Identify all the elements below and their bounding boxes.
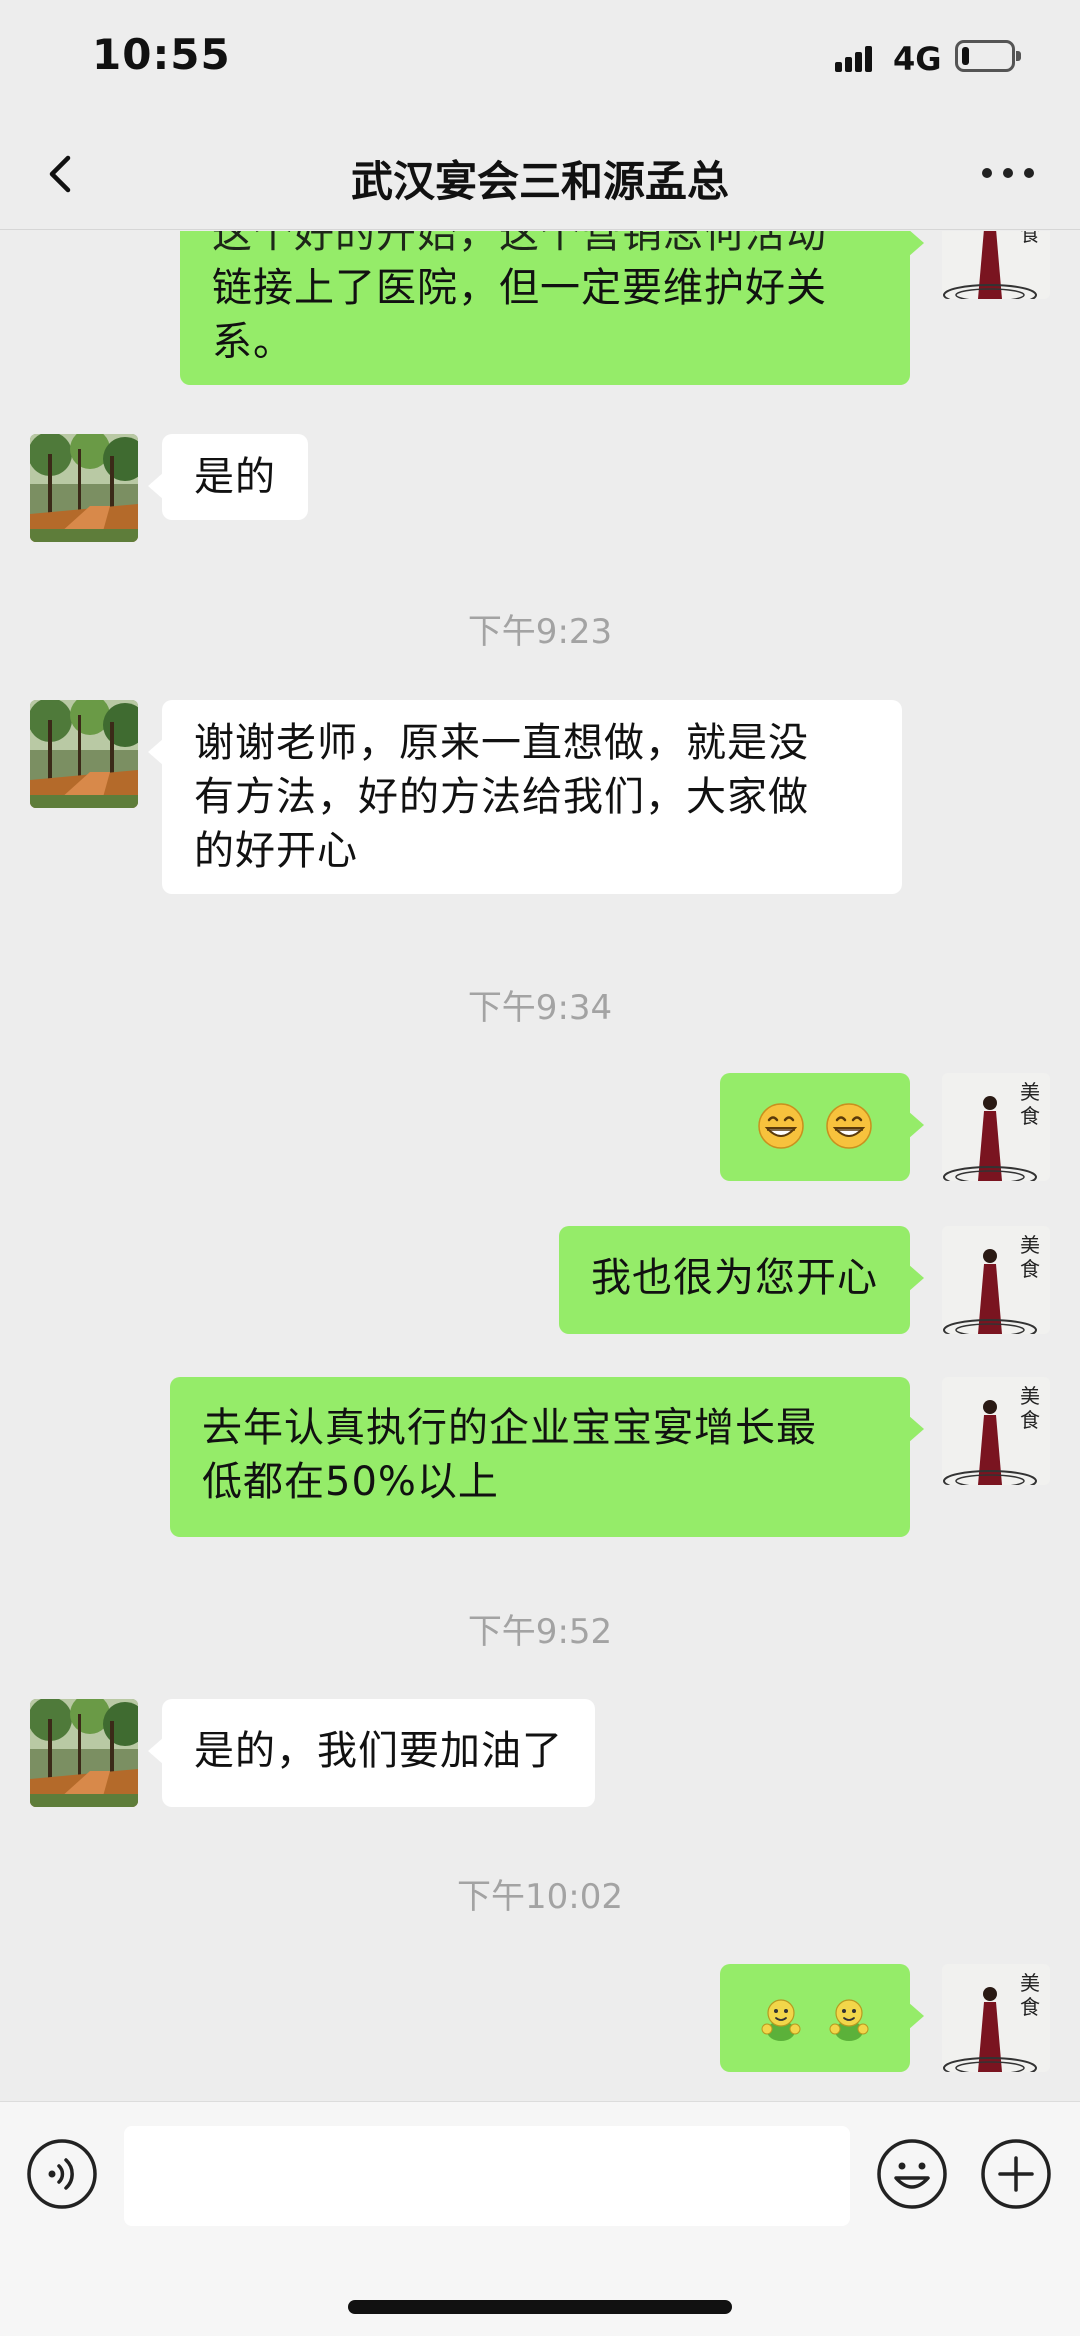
more-button[interactable]: [978, 158, 1038, 188]
status-time: 10:55: [92, 30, 231, 79]
voice-icon: [27, 2139, 97, 2209]
timestamp: 下午9:52: [467, 1612, 613, 1652]
avatar-contact[interactable]: [30, 1699, 138, 1807]
message-bubble-outgoing[interactable]: 去年认真执行的企业宝宝宴增长最 低都在50%以上: [170, 1377, 924, 1537]
battery-icon: [955, 40, 1021, 72]
lady-poster-photo: 美食: [942, 1073, 1050, 1181]
chat-title: 武汉宴会三和源孟总: [350, 157, 729, 206]
lady-poster-photo: 美食: [942, 1964, 1050, 2072]
svg-text:食: 食: [1020, 1408, 1040, 1432]
message-text-line: 去年认真执行的企业宝宝宴增长最: [202, 1405, 817, 1451]
avatar-self[interactable]: 美食: [942, 1073, 1050, 1181]
timestamp: 下午9:34: [467, 988, 613, 1028]
message-text-line: 系。: [212, 319, 294, 365]
avatar-self[interactable]: 美食: [942, 231, 1050, 299]
message-row: 美食: [0, 1964, 1080, 2074]
message-text: 是的: [194, 454, 276, 500]
svg-text:食: 食: [1020, 1995, 1040, 2019]
avatar-contact[interactable]: [30, 434, 138, 542]
timestamp: 下午10:02: [457, 1877, 623, 1917]
emoji-icon: [877, 2139, 947, 2209]
lady-poster-photo: 美食: [942, 231, 1050, 299]
svg-text:美: 美: [1020, 1971, 1040, 1995]
message-text-line: 这个好的开始，这个营销思何活动: [212, 231, 827, 257]
avatar-self[interactable]: 美食: [942, 1964, 1050, 2072]
message-text-line: 链接上了医院，但一定要维护好关: [212, 265, 827, 311]
message-bubble-incoming[interactable]: 谢谢老师，原来一直想做，就是没 有方法，好的方法给我们，大家做 的好开心: [148, 700, 902, 894]
message-row: 这个好的开始，这个营销思何活动 链接上了医院，但一定要维护好关 系。 美食: [0, 231, 1080, 391]
message-bubble-incoming[interactable]: 是的，我们要加油了: [148, 1699, 595, 1807]
svg-text:美: 美: [1020, 1233, 1040, 1257]
message-row: 是的: [0, 434, 1080, 544]
message-row: 谢谢老师，原来一直想做，就是没 有方法，好的方法给我们，大家做 的好开心: [0, 700, 1080, 920]
message-text-line: 低都在50%以上: [202, 1459, 499, 1505]
status-bar: 10:55 4G: [0, 0, 1080, 118]
message-bubble-outgoing[interactable]: 这个好的开始，这个营销思何活动 链接上了医院，但一定要维护好关 系。: [180, 231, 924, 385]
message-bubble-outgoing[interactable]: [720, 1073, 924, 1181]
lady-poster-photo: 美食: [942, 1377, 1050, 1485]
svg-text:美: 美: [1020, 1080, 1040, 1104]
fist-bump-emoji: [761, 1999, 801, 2041]
message-row: 我也很为您开心 美食: [0, 1226, 1080, 1336]
avatar-contact[interactable]: [30, 700, 138, 808]
home-indicator[interactable]: [348, 2300, 732, 2314]
message-row: 是的，我们要加油了: [0, 1699, 1080, 1809]
plus-icon: [981, 2139, 1051, 2209]
message-text-line: 谢谢老师，原来一直想做，就是没: [194, 720, 809, 766]
avatar-self[interactable]: 美食: [942, 1377, 1050, 1485]
tree-path-photo: [30, 700, 138, 808]
tree-path-photo: [30, 1699, 138, 1807]
message-text-line: 的好开心: [194, 828, 358, 874]
message-bubble-outgoing[interactable]: 我也很为您开心: [559, 1226, 924, 1334]
message-row: 美食: [0, 1073, 1080, 1183]
grin-emoji: [758, 1103, 805, 1149]
svg-text:食: 食: [1020, 1104, 1040, 1128]
network-label: 4G: [893, 40, 942, 78]
message-text: 我也很为您开心: [591, 1255, 878, 1301]
tree-path-photo: [30, 434, 138, 542]
avatar-self[interactable]: 美食: [942, 1226, 1050, 1334]
message-text: 是的，我们要加油了: [194, 1728, 563, 1774]
message-bubble-outgoing[interactable]: [720, 1964, 924, 2072]
lady-poster-photo: 美食: [942, 1226, 1050, 1334]
svg-text:食: 食: [1020, 231, 1040, 246]
more-actions-button[interactable]: [980, 2138, 1052, 2210]
more-dots-icon: [982, 168, 992, 178]
fist-bump-emoji: [829, 1999, 869, 2041]
message-list[interactable]: 这个好的开始，这个营销思何活动 链接上了医院，但一定要维护好关 系。 美食 是的…: [0, 231, 1080, 2101]
emoji-button[interactable]: [876, 2138, 948, 2210]
message-text-line: 有方法，好的方法给我们，大家做: [194, 774, 809, 820]
svg-text:食: 食: [1020, 1257, 1040, 1281]
timestamp: 下午9:23: [467, 612, 613, 652]
message-input[interactable]: [124, 2126, 850, 2226]
svg-text:美: 美: [1020, 1384, 1040, 1408]
signal-icon: [835, 44, 879, 72]
chat-header: 武汉宴会三和源孟总: [0, 118, 1080, 230]
voice-button[interactable]: [26, 2138, 98, 2210]
message-row: 去年认真执行的企业宝宝宴增长最 低都在50%以上 美食: [0, 1377, 1080, 1537]
grin-emoji: [826, 1103, 872, 1149]
battery-fill: [962, 47, 969, 65]
message-bubble-incoming[interactable]: 是的: [148, 434, 308, 520]
